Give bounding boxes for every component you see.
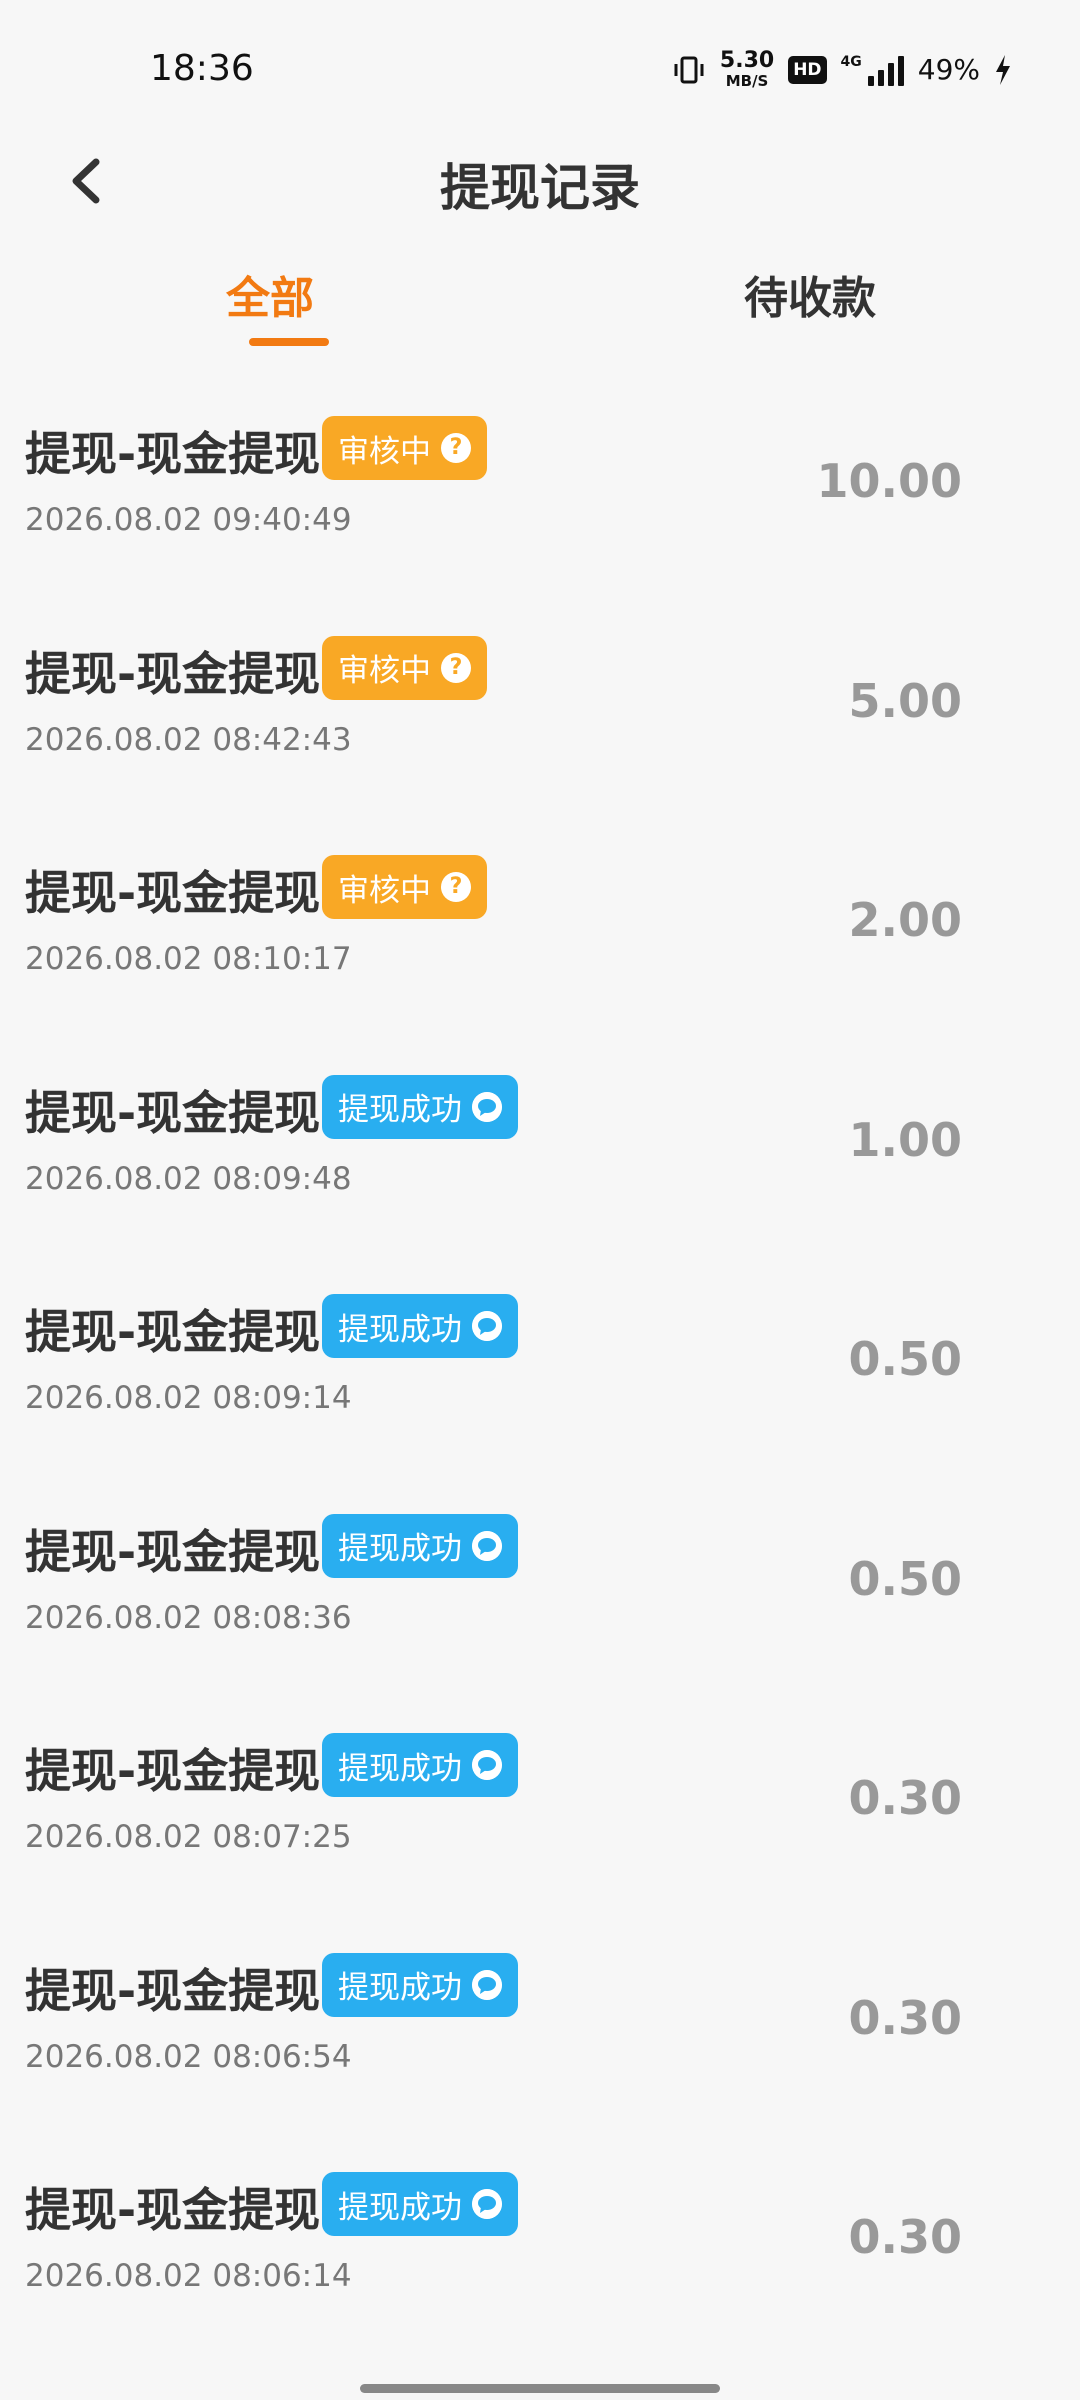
record-title: 提现-现金提现	[25, 427, 321, 481]
record-time: 2026.08.02 08:09:48	[25, 1160, 352, 1197]
nav-header: 提现记录	[0, 130, 1080, 230]
record-time: 2026.08.02 08:07:25	[25, 1819, 352, 1855]
hd-icon: HD	[788, 55, 827, 84]
status-badge: 审核中 ?	[322, 635, 487, 700]
record-title: 提现-现金提现	[25, 646, 321, 701]
record-amount: 0.30	[848, 2210, 963, 2264]
status-label: 审核中	[338, 872, 431, 909]
record-amount: 1.00	[848, 1112, 963, 1167]
record-time: 2026.08.02 08:42:43	[25, 721, 352, 758]
record-amount: 5.00	[848, 673, 963, 728]
list-item[interactable]: 提现-现金提现 审核中 ? 2026.08.02 09:40:49 10.00	[0, 390, 1080, 610]
record-amount: 0.50	[848, 1332, 963, 1386]
list-item[interactable]: 提现-现金提现 审核中 ? 2026.08.02 08:10:17 2.00	[0, 829, 1080, 1049]
list-item[interactable]: 提现-现金提现 提现成功 2026.08.02 08:06:54 0.30	[0, 1927, 1080, 2147]
status-badge: 审核中 ?	[322, 416, 487, 480]
wechat-icon	[472, 1311, 502, 1341]
status-label: 提现成功	[338, 1092, 462, 1128]
status-label: 提现成功	[338, 1750, 462, 1787]
record-title: 提现-现金提现	[25, 1963, 321, 2018]
record-time: 2026.08.02 08:09:14	[25, 1380, 352, 1416]
record-time: 2026.08.02 08:06:14	[25, 2258, 352, 2294]
status-badge: 提现成功	[322, 1952, 518, 2017]
status-badge: 提现成功	[322, 1294, 518, 1358]
status-time: 18:36	[150, 48, 254, 89]
status-bar: 18:36 5.30 MB/S HD 4G 49%	[0, 0, 1080, 140]
list-item[interactable]: 提现-现金提现 提现成功 2026.08.02 08:08:36 0.50	[0, 1488, 1080, 1708]
page-title: 提现记录	[440, 159, 640, 217]
record-amount: 0.30	[848, 1771, 963, 1825]
record-title: 提现-现金提现	[25, 866, 321, 920]
status-label: 提现成功	[338, 1970, 462, 2006]
tab-pending-receipt[interactable]: 待收款	[744, 262, 876, 326]
status-badge: 提现成功	[322, 1074, 518, 1139]
list-item[interactable]: 提现-现金提现 提现成功 2026.08.02 08:09:48 1.00	[0, 1049, 1080, 1269]
status-label: 提现成功	[338, 1311, 462, 1348]
tab-all[interactable]: 全部	[226, 262, 314, 326]
record-time: 2026.08.02 08:06:54	[25, 2038, 352, 2075]
record-title: 提现-现金提现	[25, 2183, 321, 2237]
status-badge: 提现成功	[322, 2172, 518, 2236]
record-time: 2026.08.02 09:40:49	[25, 502, 352, 538]
wechat-icon	[472, 1530, 502, 1561]
status-label: 审核中	[338, 653, 431, 689]
wechat-icon	[472, 2189, 502, 2219]
withdrawal-record-list: 提现-现金提现 审核中 ? 2026.08.02 09:40:49 10.00 …	[0, 390, 1080, 2366]
active-tab-indicator	[249, 338, 329, 346]
question-icon: ?	[441, 652, 471, 683]
status-badge: 提现成功	[322, 1733, 518, 1797]
wechat-icon	[472, 1750, 502, 1780]
status-icons: 5.30 MB/S HD 4G 49%	[672, 50, 1012, 89]
vibrate-icon	[674, 56, 704, 83]
list-item[interactable]: 提现-现金提现 提现成功 2026.08.02 08:06:14 0.30	[0, 2146, 1080, 2366]
record-time: 2026.08.02 08:08:36	[25, 1599, 352, 1636]
record-time: 2026.08.02 08:10:17	[25, 941, 352, 977]
wechat-icon	[472, 1969, 502, 2000]
question-icon: ?	[441, 433, 471, 463]
status-label: 提现成功	[338, 2189, 462, 2226]
record-title: 提现-现金提现	[25, 1085, 321, 1140]
wechat-icon	[472, 1091, 502, 1122]
battery-level: 49%	[917, 53, 980, 86]
list-item[interactable]: 提现-现金提现 审核中 ? 2026.08.02 08:42:43 5.00	[0, 610, 1080, 830]
tab-bar: 全部 待收款	[0, 250, 1080, 360]
record-title: 提现-现金提现	[25, 1305, 321, 1359]
net-speed: 5.30 MB/S	[720, 50, 774, 89]
status-label: 提现成功	[338, 1531, 462, 1567]
status-label: 审核中	[338, 433, 431, 470]
net-speed-unit: MB/S	[725, 72, 769, 90]
record-title: 提现-现金提现	[25, 1524, 321, 1579]
list-item[interactable]: 提现-现金提现 提现成功 2026.08.02 08:09:14 0.50	[0, 1268, 1080, 1488]
record-title: 提现-现金提现	[25, 1744, 321, 1798]
signal-icon: 4G	[841, 54, 904, 86]
question-icon: ?	[441, 872, 471, 902]
status-badge: 提现成功	[322, 1513, 518, 1578]
status-badge: 审核中 ?	[322, 855, 487, 919]
net-speed-value: 5.30	[719, 48, 775, 73]
charging-icon	[996, 54, 1010, 85]
home-indicator[interactable]	[360, 2384, 720, 2393]
record-amount: 0.50	[848, 1551, 963, 1606]
record-amount: 2.00	[848, 893, 963, 947]
record-amount: 10.00	[816, 454, 962, 508]
list-item[interactable]: 提现-现金提现 提现成功 2026.08.02 08:07:25 0.30	[0, 1707, 1080, 1927]
record-amount: 0.30	[848, 1990, 963, 2045]
network-type-label: 4G	[840, 53, 862, 70]
